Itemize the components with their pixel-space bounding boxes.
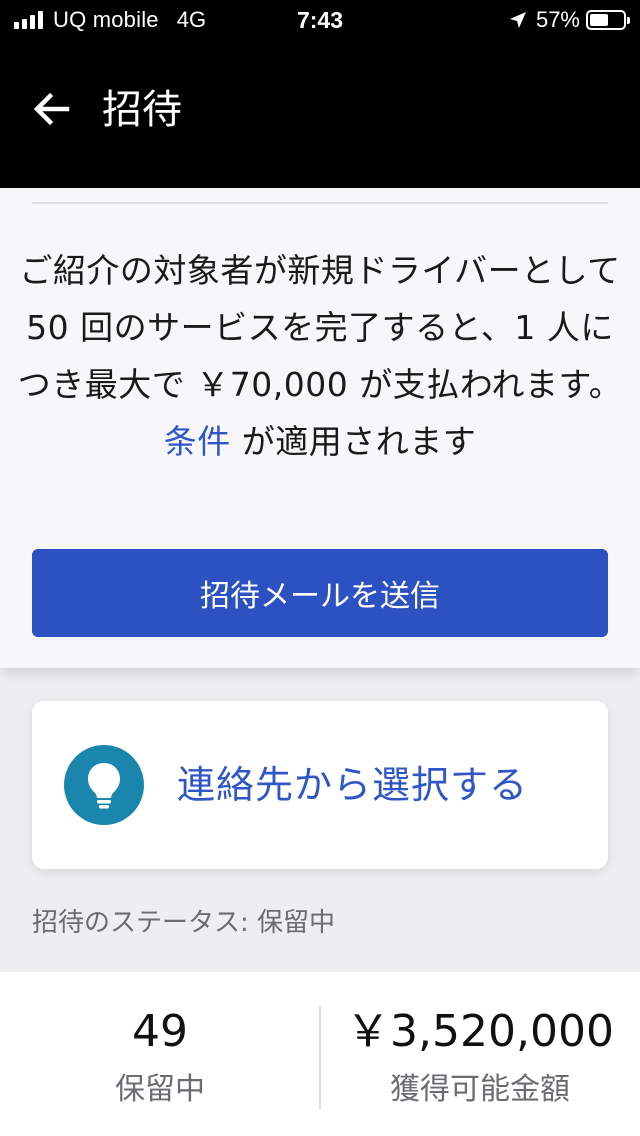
- arrow-left-icon: [33, 92, 70, 126]
- battery-tip: [627, 17, 630, 24]
- screen: UQ mobile 4G 7:43 57% 招待 ご紹介の対象者が新規ドライバー…: [0, 0, 640, 1136]
- lightbulb-glyph: [88, 763, 120, 809]
- invite-status: 招待のステータス: 保留中: [32, 908, 336, 938]
- terms-link[interactable]: 条件: [164, 422, 231, 461]
- contacts-label: 連絡先から選択する: [177, 763, 529, 807]
- earnable-amount: ￥3,520,000: [346, 1006, 614, 1057]
- page-title: 招待: [102, 87, 182, 133]
- invite-card: ご紹介の対象者が新規ドライバーとして 50 回のサービスを完了すると、1 人につ…: [0, 188, 640, 668]
- lightbulb-icon: [64, 745, 144, 825]
- app-header: 招待: [0, 40, 640, 188]
- pending-stat: 49 保留中: [0, 1002, 320, 1112]
- battery-icon: [586, 10, 630, 30]
- description-text: ご紹介の対象者が新規ドライバーとして 50 回のサービスを完了すると、1 人につ…: [17, 251, 623, 404]
- send-invite-email-button[interactable]: 招待メールを送信: [32, 549, 608, 637]
- invite-description: ご紹介の対象者が新規ドライバーとして 50 回のサービスを完了すると、1 人につ…: [14, 242, 626, 470]
- earnable-stat: ￥3,520,000 獲得可能金額: [320, 1002, 640, 1112]
- pending-label: 保留中: [115, 1072, 205, 1107]
- earnable-label: 獲得可能金額: [390, 1072, 570, 1107]
- battery-fill: [590, 14, 609, 26]
- back-button[interactable]: [26, 84, 76, 134]
- stats-panel: 49 保留中 ￥3,520,000 獲得可能金額: [0, 972, 640, 1136]
- divider: [32, 202, 608, 204]
- location-arrow-icon: [509, 12, 526, 28]
- status-bar: UQ mobile 4G 7:43 57%: [0, 0, 640, 40]
- battery-percent: 57%: [535, 7, 580, 32]
- pending-count: 49: [132, 1006, 188, 1057]
- status-right: 57%: [508, 7, 630, 32]
- select-from-contacts-button[interactable]: 連絡先から選択する: [32, 701, 608, 869]
- description-text-end: が適用されます: [230, 422, 477, 461]
